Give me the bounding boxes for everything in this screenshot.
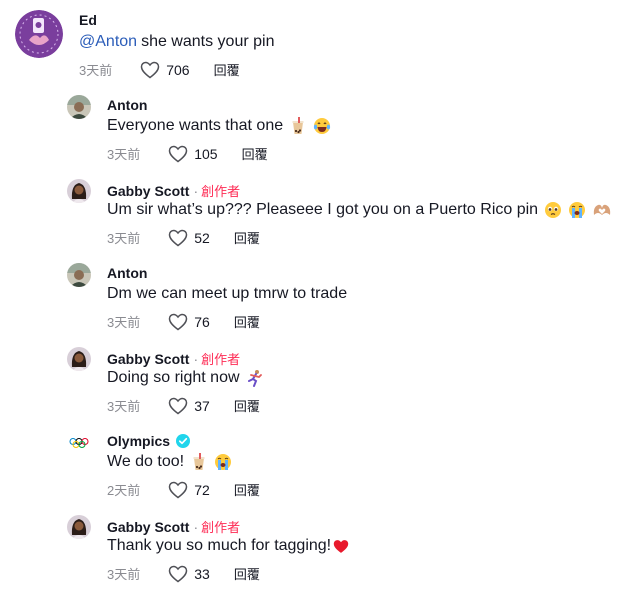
comment-meta: 3天前 37 回覆 [107, 396, 260, 415]
comment-meta: 3天前 33 回覆 [107, 564, 260, 583]
comment-text: Everyone wants that one [107, 117, 331, 135]
heart-icon[interactable] [168, 313, 188, 331]
creator-badge: 創作者 [201, 520, 241, 535]
comment-meta: 3天前 76 回覆 [107, 312, 260, 331]
heart-icon[interactable] [140, 61, 160, 79]
comment-meta: 3天前 52 回覆 [107, 228, 260, 247]
reply-button[interactable]: 回覆 [234, 312, 260, 331]
comment: Ed @Anton she wants your pin 3天前 706 回覆 [0, 0, 634, 90]
separator-dot: · [193, 518, 199, 535]
comment-text: We do too! [107, 453, 232, 471]
reply-button[interactable]: 回覆 [234, 480, 260, 499]
timestamp: 3天前 [107, 567, 141, 582]
username: Gabby Scott · 創作者 [107, 181, 240, 200]
comment-body: Um sir what’s up??? Pleaseee I got you o… [107, 201, 539, 218]
comment-text: @Anton she wants your pin [79, 33, 274, 51]
username[interactable]: Ed [79, 12, 97, 28]
timestamp: 3天前 [79, 63, 113, 78]
comment: Gabby Scott · 創作者 Um sir what’s up??? Pl… [0, 174, 634, 258]
username[interactable]: Anton [107, 97, 147, 113]
reply-button[interactable]: 回覆 [234, 396, 260, 415]
avatar[interactable] [67, 515, 91, 539]
comment-body: she wants your pin [141, 33, 275, 50]
timestamp: 3天前 [107, 399, 141, 414]
mention-link[interactable]: @Anton [79, 33, 137, 51]
comment: Olympics We do too! 2天前 72 回覆 [0, 426, 634, 510]
username-label[interactable]: Olympics [107, 433, 170, 449]
heart-icon[interactable] [168, 229, 188, 247]
pleading-face-icon [544, 201, 562, 219]
reply-button[interactable]: 回覆 [234, 564, 260, 583]
creator-badge: 創作者 [201, 352, 241, 367]
like-count: 33 [194, 565, 210, 582]
creator-badge: 創作者 [201, 184, 241, 199]
like-count: 105 [194, 145, 218, 162]
heart-icon[interactable] [168, 565, 188, 583]
comment-body: Doing so right now [107, 369, 240, 386]
comment-text: Um sir what’s up??? Pleaseee I got you o… [107, 201, 612, 219]
like-count: 72 [194, 481, 210, 498]
crying-face-icon [568, 201, 586, 219]
avatar[interactable] [67, 95, 91, 119]
like-count: 706 [166, 61, 190, 78]
laughing-tears-icon [313, 117, 331, 135]
comment-body: Thank you so much for tagging! [107, 537, 332, 554]
reply-button[interactable]: 回覆 [214, 60, 240, 79]
avatar[interactable] [67, 347, 91, 371]
comment: Anton Dm we can meet up tmrw to trade 3天… [0, 258, 634, 342]
timestamp: 3天前 [107, 147, 141, 162]
username-label[interactable]: Gabby Scott [107, 351, 189, 367]
avatar[interactable] [67, 263, 91, 287]
heart-icon[interactable] [168, 145, 188, 163]
comment-meta: 3天前 706 回覆 [79, 60, 240, 79]
comment-body: Everyone wants that one [107, 117, 284, 134]
timestamp: 2天前 [107, 483, 141, 498]
heart-icon[interactable] [168, 481, 188, 499]
heart-icon[interactable] [168, 397, 188, 415]
username[interactable]: Anton [107, 265, 147, 281]
like-count: 37 [194, 397, 210, 414]
separator-dot: · [193, 350, 199, 367]
like-count: 76 [194, 313, 210, 330]
username-label[interactable]: Gabby Scott [107, 183, 189, 199]
running-person-icon [246, 369, 264, 387]
username-label[interactable]: Gabby Scott [107, 519, 189, 535]
comment: Anton Everyone wants that one 3天前 105 回覆 [0, 90, 634, 174]
reply-button[interactable]: 回覆 [234, 228, 260, 247]
comment-meta: 2天前 72 回覆 [107, 480, 260, 499]
red-heart-icon [333, 539, 349, 554]
comment-text: Dm we can meet up tmrw to trade [107, 285, 347, 303]
username: Gabby Scott · 創作者 [107, 517, 240, 536]
timestamp: 3天前 [107, 231, 141, 246]
comment-body: We do too! [107, 453, 185, 470]
bubble-tea-icon [190, 453, 208, 471]
avatar[interactable] [15, 10, 63, 58]
like-count: 52 [194, 229, 210, 246]
verified-badge-icon [176, 434, 191, 448]
avatar[interactable] [67, 431, 91, 455]
avatar[interactable] [67, 179, 91, 203]
comment-text: Doing so right now [107, 369, 264, 387]
comment: Gabby Scott · 創作者 Doing so right now 3天前… [0, 342, 634, 426]
reply-button[interactable]: 回覆 [242, 144, 268, 163]
olympic-rings-icon [67, 431, 91, 455]
separator-dot: · [193, 182, 199, 199]
bubble-tea-icon [289, 117, 307, 135]
crying-face-icon [214, 453, 232, 471]
timestamp: 3天前 [107, 315, 141, 330]
comment-meta: 3天前 105 回覆 [107, 144, 268, 163]
comment: Gabby Scott · 創作者 Thank you so much for … [0, 510, 634, 599]
heart-hands-icon [592, 201, 612, 219]
username: Gabby Scott · 創作者 [107, 349, 240, 368]
comment-body: Dm we can meet up tmrw to trade [107, 285, 348, 302]
comment-text: Thank you so much for tagging! [107, 537, 349, 555]
username: Olympics [107, 433, 191, 449]
